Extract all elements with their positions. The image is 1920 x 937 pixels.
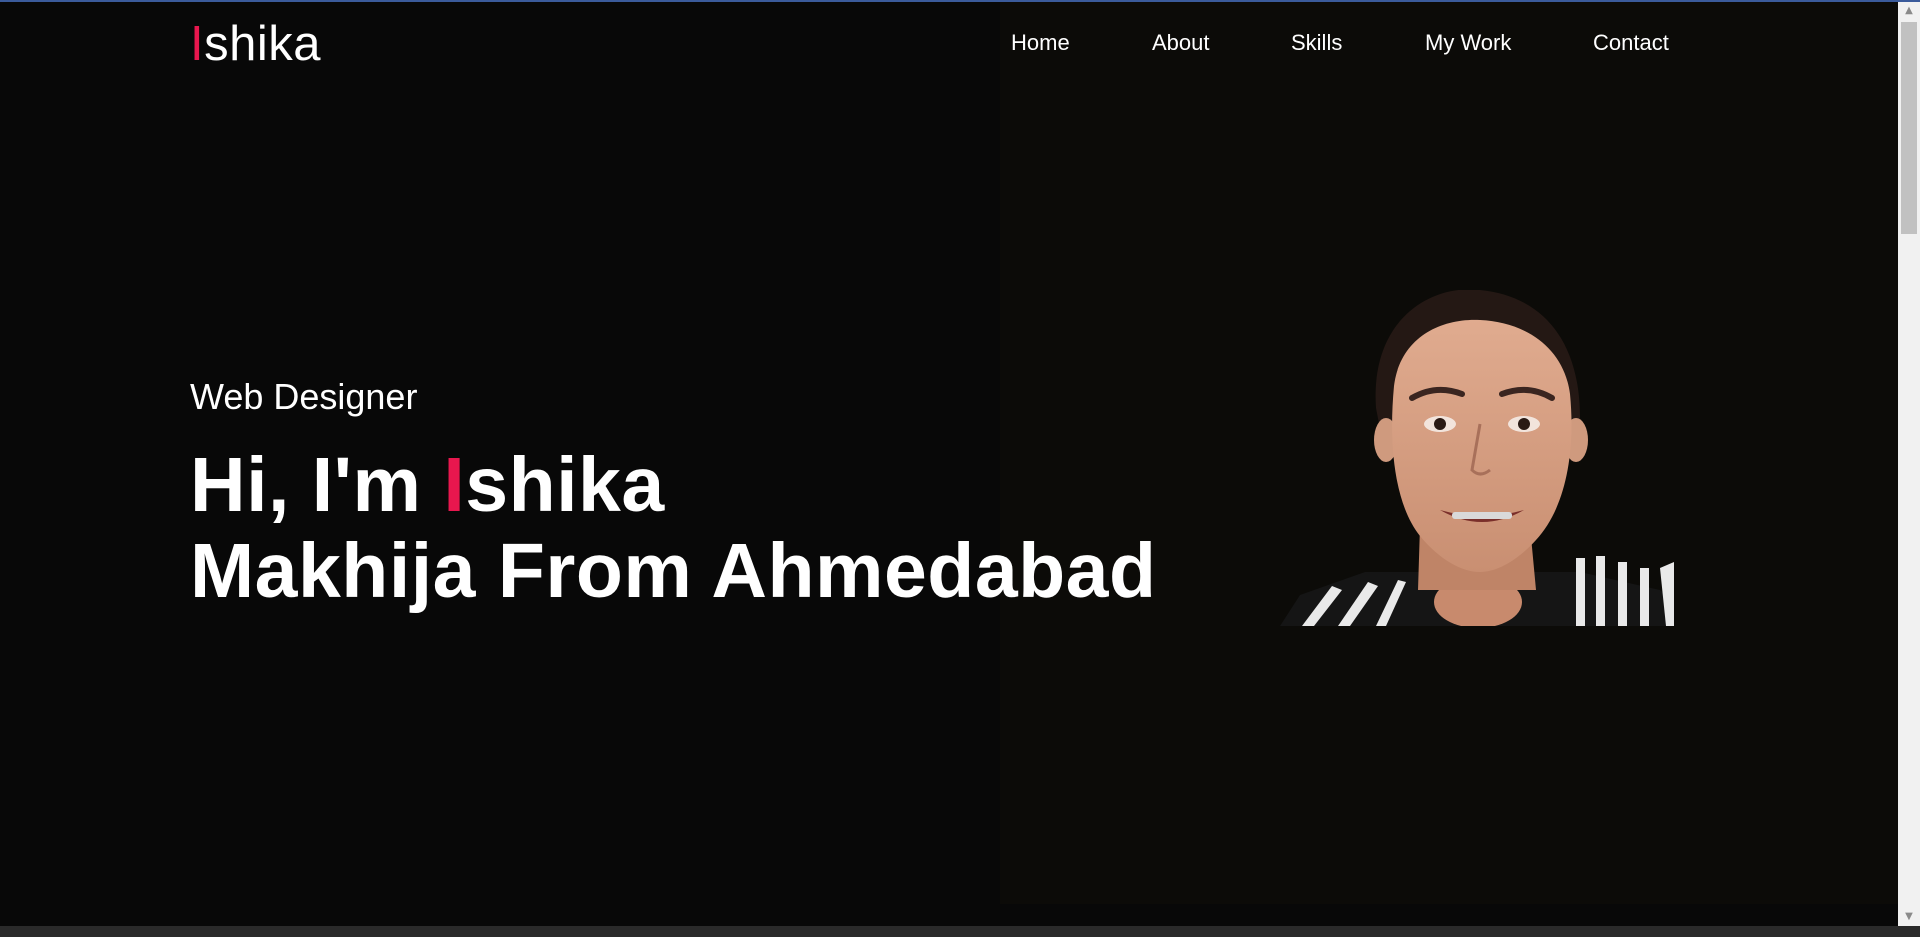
nav-link-my-work[interactable]: My Work xyxy=(1425,28,1511,58)
portrait-photo-icon xyxy=(1280,290,1674,626)
hero-role: Web Designer xyxy=(190,376,418,417)
nav-link-skills[interactable]: Skills xyxy=(1291,28,1342,58)
hero-name-rest: shika xyxy=(465,442,665,528)
page-scrollbar[interactable]: ▲ ▼ xyxy=(1898,2,1920,926)
hero-greeting: Hi, I'm xyxy=(190,442,444,528)
logo-accent-letter: I xyxy=(190,17,205,71)
nav-link-contact[interactable]: Contact xyxy=(1593,28,1669,58)
nav-link-about[interactable]: About xyxy=(1152,28,1210,58)
nav-link-home[interactable]: Home xyxy=(1011,28,1070,58)
hero-headline-line2: Makhija From Ahmedabad xyxy=(190,528,1157,614)
scrollbar-thumb[interactable] xyxy=(1901,22,1917,234)
logo-text: shika xyxy=(204,17,322,71)
site-logo[interactable]: Ishika xyxy=(190,14,321,74)
hero-name-accent-letter: I xyxy=(443,442,466,528)
scroll-up-arrow-icon[interactable]: ▲ xyxy=(1898,2,1920,20)
scroll-down-arrow-icon[interactable]: ▼ xyxy=(1898,908,1920,926)
window-bottom-edge xyxy=(0,926,1920,937)
hero-headline: Hi, I'm Ishika Makhija From Ahmedabad xyxy=(190,442,1157,614)
